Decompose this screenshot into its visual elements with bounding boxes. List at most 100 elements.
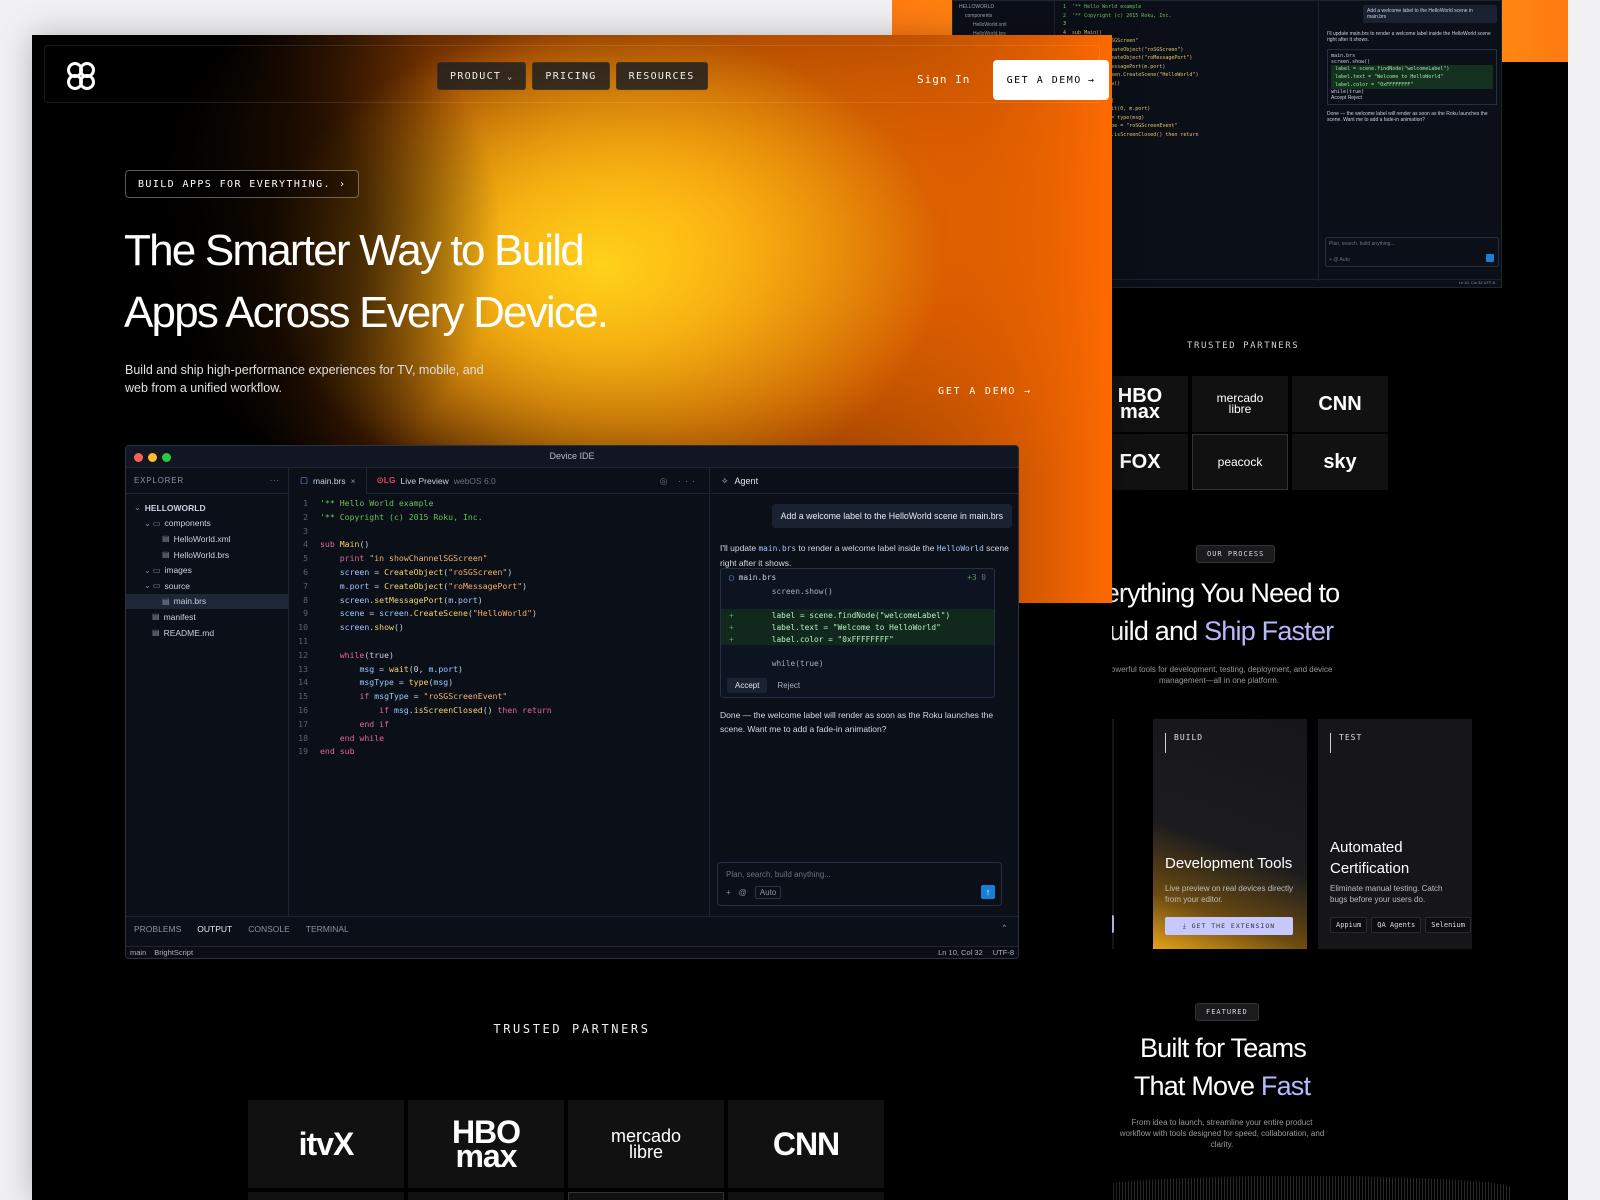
background-diff-line: label.color = "0xFFFFFFFF" <box>1331 81 1493 89</box>
editor-actions[interactable]: ◎ ··· <box>660 476 699 487</box>
code-line: 17 end if <box>290 719 709 733</box>
chevron-up-icon[interactable]: ⌃ <box>1001 923 1008 934</box>
nav-product[interactable]: PRODUCT ⌄ <box>437 62 527 90</box>
diff-line: + label.text = "Welcome to HelloWorld" <box>721 621 994 633</box>
tab-live-preview-label: Live Preview <box>400 475 449 486</box>
panel-tab-problems[interactable]: PROBLEMS <box>134 924 181 934</box>
accept-button[interactable]: Accept <box>727 678 768 693</box>
status-cursor[interactable]: Ln 10, Col 32 <box>938 948 983 957</box>
code-text: m.port = CreateObject("roMessagePort") <box>339 580 528 591</box>
camera-icon[interactable]: ◎ <box>660 476 672 486</box>
folder-icon: ⌄ ▭ <box>144 518 161 528</box>
status-branch[interactable]: main <box>130 948 146 957</box>
code-line: 3 <box>290 526 709 540</box>
more-icon[interactable]: ··· <box>270 476 280 485</box>
code-text: screen.show() <box>339 622 404 633</box>
tab-main-brs[interactable]: ▢ main.brs × <box>290 467 367 494</box>
background-diff-line: label = scene.findNode("welcomeLabel") <box>1331 65 1493 73</box>
tree-item-label: source <box>164 580 190 591</box>
status-encoding[interactable]: UTF-8 <box>993 948 1014 957</box>
close-icon[interactable]: × <box>351 476 356 486</box>
send-icon[interactable] <box>1486 254 1494 262</box>
code-line: 16 if msg.isScreenClosed() then return <box>290 705 709 719</box>
file-icon: ▤ <box>162 550 170 560</box>
featured-subtitle: From idea to launch, streamline your ent… <box>1119 1118 1325 1149</box>
at-icon[interactable]: @ <box>739 888 747 897</box>
hero-get-demo-link[interactable]: GET A DEMO → <box>938 386 1032 397</box>
tree-item-manifest[interactable]: ▤ manifest <box>126 609 288 625</box>
agent-input-placeholder: Plan, search, build anything... <box>726 870 831 879</box>
line-number: 4 <box>303 539 308 550</box>
panel-tab-output[interactable]: OUTPUT <box>197 924 232 934</box>
partner-logo-row2 <box>728 1192 884 1200</box>
auto-mode-select[interactable]: Auto <box>754 886 782 899</box>
code-line: 8 screen.setMessagePort(m.port) <box>290 595 709 609</box>
card-build-title: Development Tools <box>1165 855 1293 872</box>
partner-logo-sky: sky <box>1292 434 1388 490</box>
line-number: 18 <box>298 732 308 743</box>
background-user-msg: Add a welcome label to the HelloWorld sc… <box>1363 5 1497 23</box>
chevron-down-icon: ⌄ <box>507 71 514 81</box>
code-editor: ▢ main.brs × ⊙LG Live Preview webOS 6.0 … <box>290 467 710 916</box>
tree-item-images[interactable]: ⌄ ▭ images <box>126 562 288 578</box>
panel-tab-console[interactable]: CONSOLE <box>248 924 290 934</box>
background-done-msg: Done — the welcome label will render as … <box>1327 111 1488 123</box>
nav-resources[interactable]: RESOURCES <box>615 62 708 90</box>
diff-text: while(true) <box>753 658 824 668</box>
file-icon: ▤ <box>162 596 170 606</box>
tree-item-source[interactable]: ⌄ ▭ source <box>126 578 288 594</box>
background-reject[interactable]: Reject <box>1348 95 1362 101</box>
background-auto[interactable]: Auto <box>1340 257 1350 263</box>
background-code-line: 1 '** Hello World example <box>1063 4 1142 10</box>
plus-icon[interactable]: + <box>726 888 731 897</box>
panel-tab-terminal[interactable]: TERMINAL <box>306 924 349 934</box>
tree-item-readme-md[interactable]: ▤ README.md <box>126 625 288 641</box>
get-extension-button[interactable]: ⤓ GET THE EXTENSION <box>1165 917 1293 935</box>
tree-item-label: main.brs <box>173 596 207 607</box>
tab-live-preview-meta: webOS 6.0 <box>453 475 496 486</box>
folder-icon: ⌄ ▭ <box>144 565 161 575</box>
arrow-right-icon: → <box>1024 386 1032 397</box>
file-icon: ▤ <box>162 534 170 544</box>
process-pill: OUR PROCESS <box>1196 545 1276 563</box>
user-message: Add a welcome label to the HelloWorld sc… <box>771 504 1012 528</box>
code-text: while(true) <box>339 649 394 660</box>
card-build-tag: BUILD <box>1165 733 1203 753</box>
code-line: 12 while(true) <box>290 650 709 664</box>
partner-logo-hbo-max: HBO max <box>408 1100 564 1188</box>
nav-pricing[interactable]: PRICING <box>532 62 610 90</box>
tree-item-helloworld-xml[interactable]: ▤ HelloWorld.xml <box>126 531 288 547</box>
tree-item-label: README.md <box>163 627 215 638</box>
code-text: sub Main() <box>320 539 370 550</box>
file-icon: ▢ <box>300 475 309 485</box>
background-agent-input[interactable]: Plan, search, build anything... + @ Auto <box>1325 237 1499 267</box>
tree-item-helloworld[interactable]: ⌄ HELLOWORLD <box>126 500 288 516</box>
tree-item-helloworld-brs[interactable]: ▤ HelloWorld.brs <box>126 547 288 563</box>
diff-line <box>721 597 994 609</box>
get-demo-button[interactable]: GET A DEMO → <box>993 60 1109 100</box>
code-area[interactable]: 1 '** Hello World example 2 '** Copyright (… <box>290 494 709 760</box>
send-icon[interactable]: ↑ <box>981 885 995 899</box>
lg-logo-icon: ⊙LG <box>376 475 396 485</box>
trusted-partners-label: TRUSTED PARTNERS <box>493 1022 651 1036</box>
code-line: 19 end sub <box>290 746 709 760</box>
chip-selenium: Selenium <box>1425 917 1471 933</box>
logo-icon[interactable] <box>65 60 97 92</box>
ide-title: Device IDE <box>549 451 595 461</box>
background-tree-item: HELLOWORLD <box>959 4 995 10</box>
tab-live-preview[interactable]: ⊙LG Live Preview webOS 6.0 <box>367 468 506 494</box>
agent-prompt-input[interactable]: Plan, search, build anything... + @ Auto… <box>717 862 1002 906</box>
more-icon[interactable]: ··· <box>678 476 699 486</box>
code-text: '** Copyright (c) 2015 Roku, Inc. <box>320 511 483 522</box>
background-accept[interactable]: Accept <box>1331 95 1346 101</box>
code-text: msg = wait(0, m.port) <box>359 663 463 674</box>
reject-button[interactable]: Reject <box>777 678 800 693</box>
agent-done-message: Done — the welcome label will render as … <box>720 710 994 734</box>
background-code-line: 2 '** Copyright (c) 2015 Roku, Inc. <box>1063 12 1172 19</box>
sign-in-link[interactable]: Sign In <box>917 73 970 86</box>
tree-item-components[interactable]: ⌄ ▭ components <box>126 516 288 532</box>
agent-label: Agent <box>734 476 759 486</box>
tree-item-main-brs[interactable]: ▤ main.brs <box>126 593 288 610</box>
hero-badge[interactable]: BUILD APPS FOR EVERYTHING. › <box>125 170 360 198</box>
status-language[interactable]: BrightScript <box>154 948 193 957</box>
